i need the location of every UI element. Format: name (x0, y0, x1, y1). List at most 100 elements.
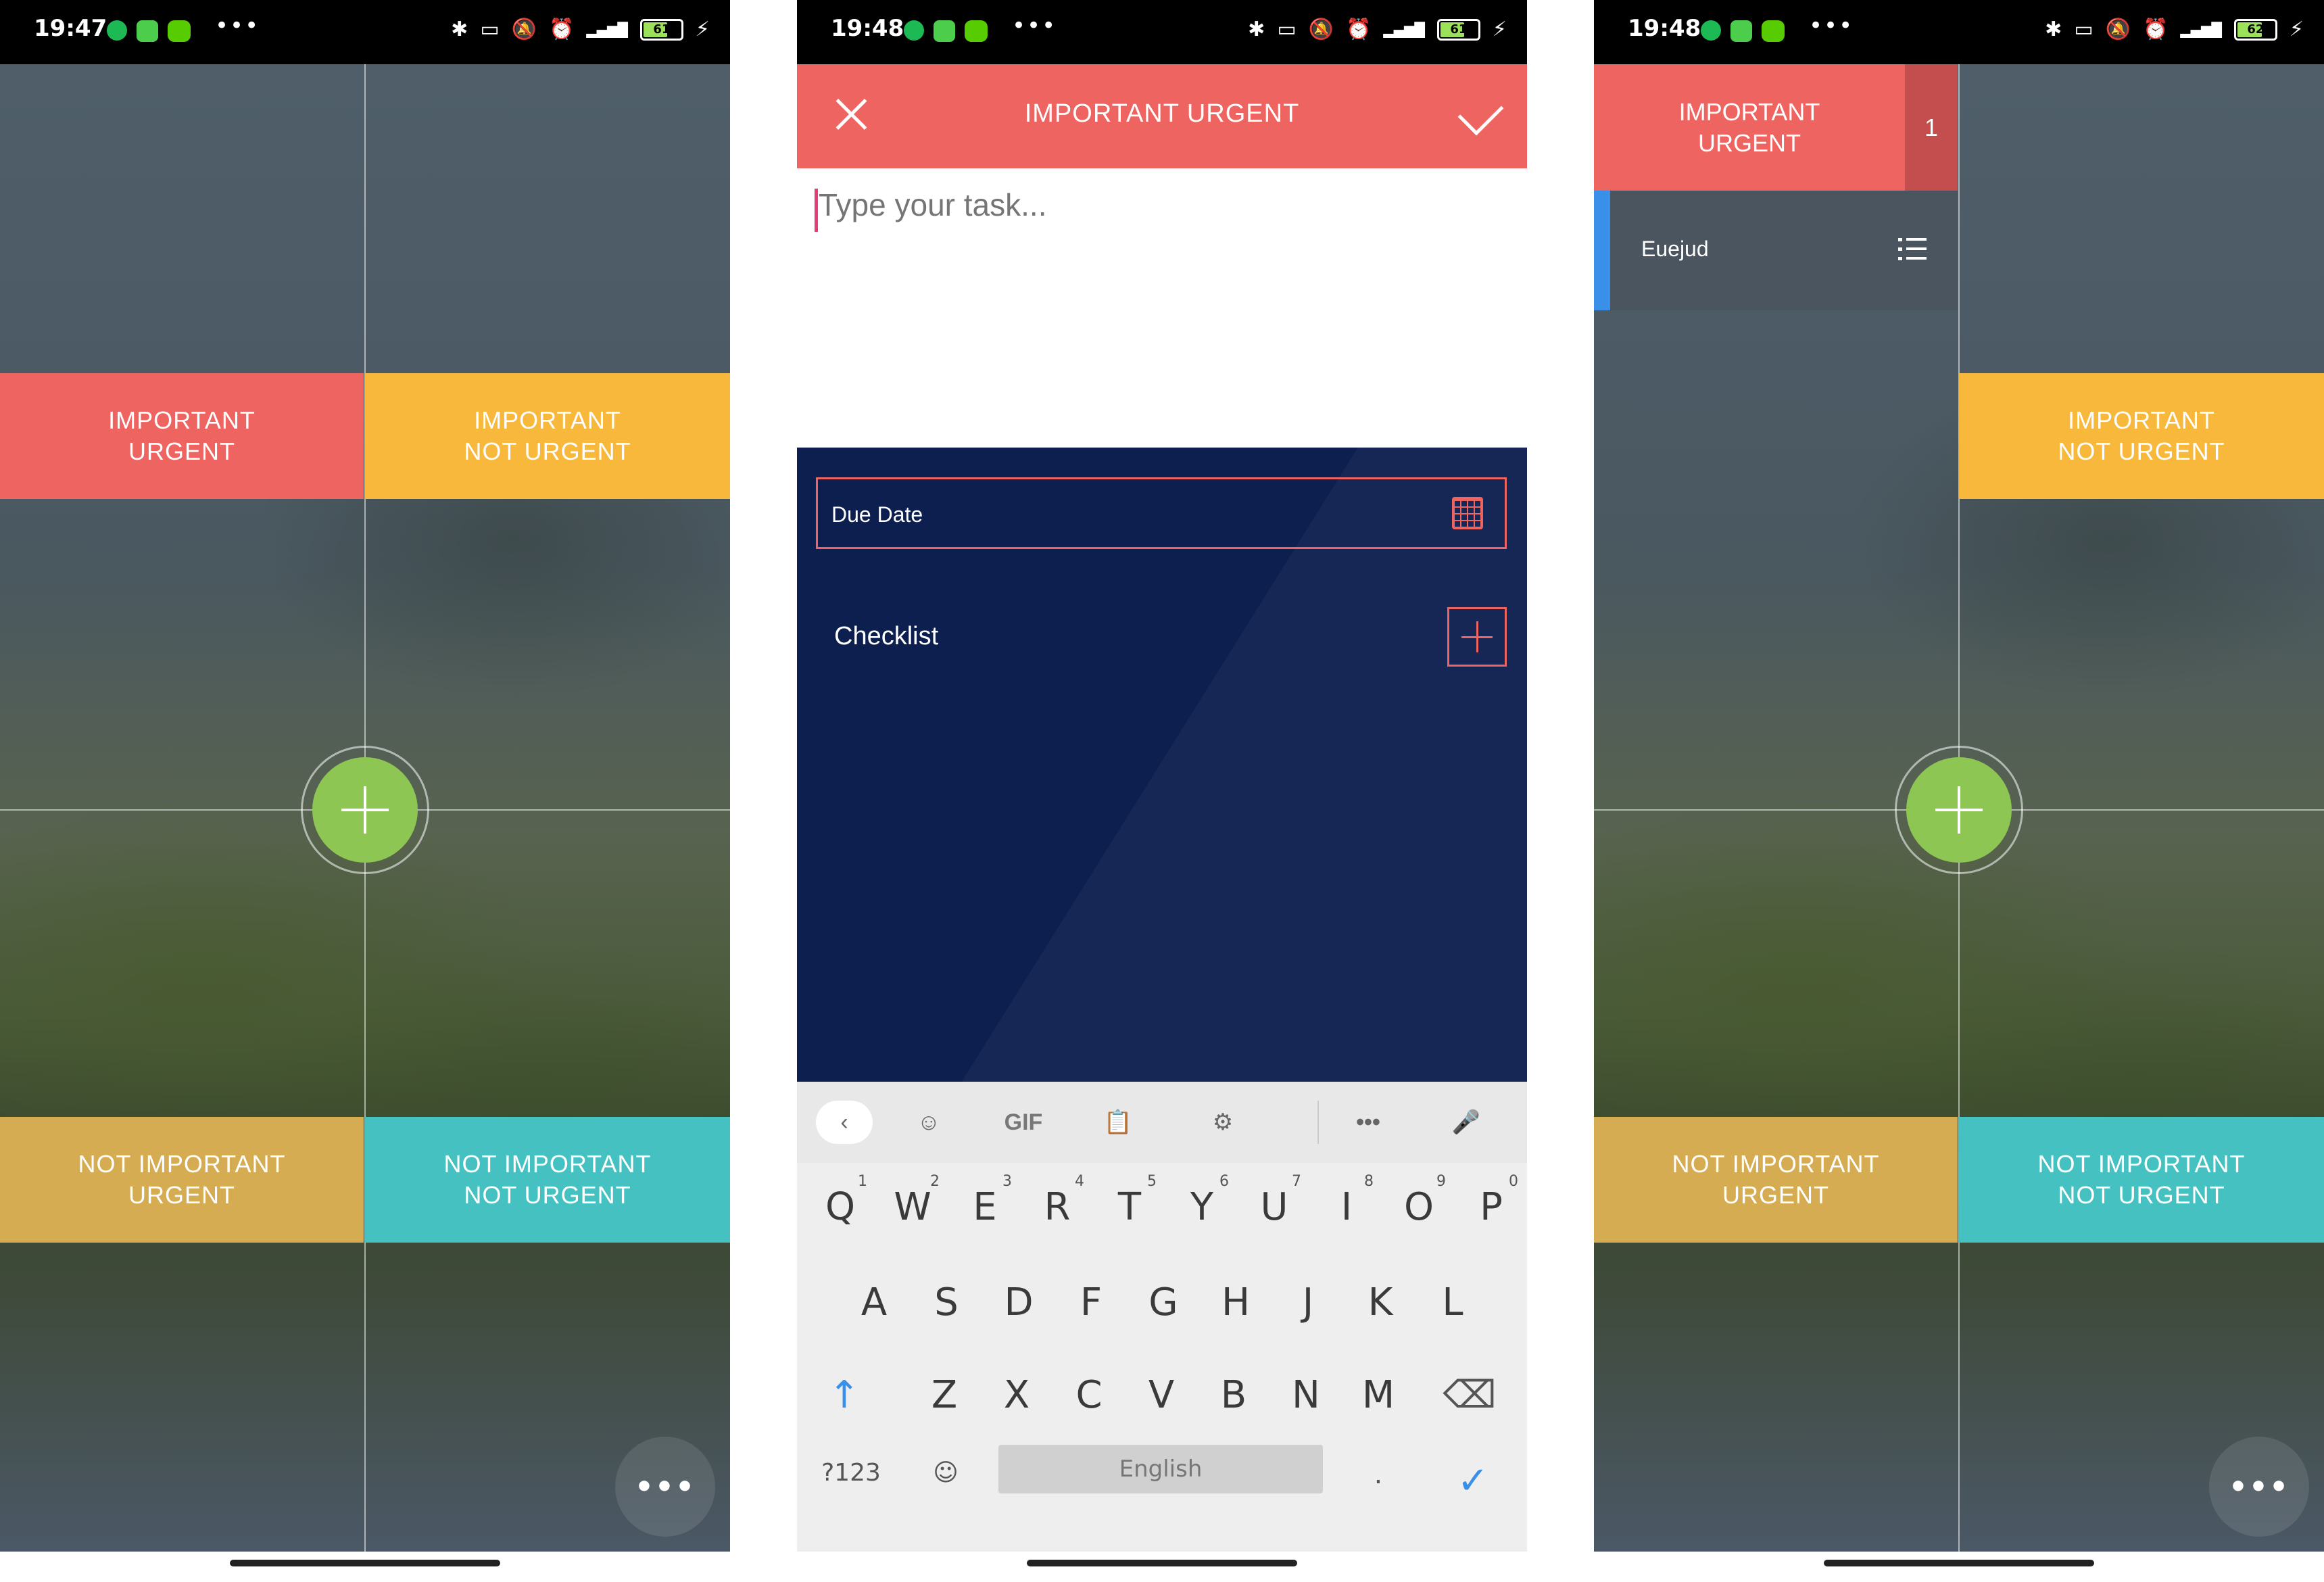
bluetooth-icon: ✱ (1248, 18, 1265, 41)
alarm-icon: ⏰ (549, 18, 575, 41)
home-indicator[interactable] (1824, 1560, 2094, 1566)
quadrant-label: URGENT (128, 1181, 235, 1209)
emoji-icon[interactable]: ☺ (919, 1447, 973, 1514)
nav-bar (797, 1552, 1527, 1582)
mute-icon: 🔕 (1308, 18, 1334, 41)
back-chevron-icon[interactable]: ‹ (816, 1101, 873, 1144)
more-dots-icon: ••• (1809, 12, 1854, 39)
key-v[interactable]: V (1134, 1361, 1188, 1429)
nav-bar (1594, 1552, 2324, 1582)
backspace-icon[interactable]: ⌫ (1432, 1361, 1507, 1429)
quadrant-label: NOT IMPORTANT (78, 1150, 286, 1178)
status-bar: 19:47 ••• ✱ ▭ 🔕 ⏰ ▂▄▆█ 61 ⚡ (0, 0, 730, 64)
quadrant-not-important-urgent[interactable]: NOT IMPORTANT URGENT (1594, 1117, 1958, 1243)
charging-icon: ⚡ (695, 18, 710, 41)
calendar-icon[interactable] (1452, 497, 1483, 529)
key-t[interactable]: T5 (1103, 1173, 1157, 1241)
space-key[interactable]: English (998, 1445, 1323, 1493)
key-w[interactable]: W2 (886, 1173, 940, 1241)
shift-icon[interactable]: ↑ (817, 1361, 871, 1429)
key-m[interactable]: M (1351, 1361, 1405, 1429)
key-g[interactable]: G (1136, 1268, 1190, 1336)
quadrant-label: URGENT (128, 437, 235, 465)
home-indicator[interactable] (230, 1560, 500, 1566)
key-k[interactable]: K (1353, 1268, 1407, 1336)
sticker-icon[interactable]: ☺ (905, 1101, 952, 1144)
key-o[interactable]: O9 (1392, 1173, 1446, 1241)
quadrant-label: IMPORTANT (474, 406, 621, 434)
due-date-label: Due Date (831, 502, 923, 527)
key-e[interactable]: E3 (958, 1173, 1012, 1241)
status-time: 19:48 (831, 15, 904, 42)
task-area (797, 168, 1527, 448)
key-h[interactable]: H (1209, 1268, 1263, 1336)
key-u[interactable]: U7 (1247, 1173, 1302, 1241)
key-a[interactable]: A (847, 1268, 901, 1336)
key-q[interactable]: Q1 (813, 1173, 867, 1241)
check-icon[interactable] (1457, 89, 1504, 136)
quadrant-important-not-urgent[interactable]: IMPORTANT NOT URGENT (365, 373, 730, 499)
key-p[interactable]: P0 (1464, 1173, 1518, 1241)
quadrant-label: NOT IMPORTANT (2037, 1150, 2246, 1178)
quadrant-not-important-not-urgent[interactable]: NOT IMPORTANT NOT URGENT (1959, 1117, 2324, 1243)
key-x[interactable]: X (990, 1361, 1044, 1429)
home-indicator[interactable] (1027, 1560, 1297, 1566)
vibrate-icon: ▭ (1277, 18, 1297, 41)
spotify-icon (1701, 20, 1721, 41)
task-accent-bar (1594, 191, 1610, 310)
settings-icon[interactable]: ⚙ (1199, 1101, 1246, 1144)
add-checklist-button[interactable] (1447, 607, 1507, 667)
bluetooth-icon: ✱ (451, 18, 468, 41)
status-time: 19:47 (34, 15, 107, 42)
quadrant-label: NOT URGENT (464, 437, 631, 465)
more-menu-button[interactable]: ••• (615, 1437, 715, 1537)
quadrant-important-urgent-header[interactable]: IMPORTANT URGENT (1594, 64, 1905, 191)
add-task-button[interactable] (312, 757, 418, 863)
quadrant-label: IMPORTANT (1678, 97, 1820, 126)
key-b[interactable]: B (1207, 1361, 1261, 1429)
key-l[interactable]: L (1426, 1268, 1480, 1336)
quadrant-label: NOT IMPORTANT (443, 1150, 652, 1178)
list-icon[interactable] (1898, 238, 1927, 261)
key-r[interactable]: R4 (1030, 1173, 1084, 1241)
quadrant-not-important-urgent[interactable]: NOT IMPORTANT URGENT (0, 1117, 364, 1243)
key-d[interactable]: D (992, 1268, 1046, 1336)
task-list-item[interactable]: Euejud (1594, 191, 1958, 310)
key-i[interactable]: I8 (1320, 1173, 1374, 1241)
add-task-button[interactable] (1906, 757, 2012, 863)
more-icon[interactable]: ••• (1345, 1101, 1392, 1144)
quadrant-label: IMPORTANT (2068, 406, 2215, 434)
mute-icon: 🔕 (511, 18, 537, 41)
mute-icon: 🔕 (2105, 18, 2131, 41)
mic-icon[interactable]: 🎤 (1443, 1101, 1490, 1144)
key-j[interactable]: J (1281, 1268, 1335, 1336)
period-key[interactable]: . (1351, 1447, 1405, 1514)
key-n[interactable]: N (1279, 1361, 1333, 1429)
symbols-key[interactable]: ?123 (810, 1447, 892, 1514)
task-options-panel: Due Date Checklist (797, 448, 1527, 1082)
duolingo-icon (1762, 20, 1785, 42)
quadrant-label: URGENT (1698, 128, 1801, 157)
quadrant-important-not-urgent[interactable]: IMPORTANT NOT URGENT (1959, 373, 2324, 499)
duolingo-icon (168, 20, 191, 42)
quadrant-label: NOT URGENT (464, 1181, 631, 1209)
gif-icon[interactable]: GIF (993, 1101, 1054, 1144)
bluetooth-icon: ✱ (2045, 18, 2062, 41)
key-z[interactable]: Z (917, 1361, 971, 1429)
key-f[interactable]: F (1064, 1268, 1118, 1336)
app-icon (934, 20, 955, 42)
due-date-field[interactable]: Due Date (816, 477, 1507, 549)
battery-icon: 61 (639, 18, 683, 41)
quadrant-important-urgent[interactable]: IMPORTANT URGENT (0, 373, 364, 499)
enter-check-icon[interactable]: ✓ (1446, 1447, 1500, 1514)
more-menu-button[interactable]: ••• (2209, 1437, 2309, 1537)
quadrant-not-important-not-urgent[interactable]: NOT IMPORTANT NOT URGENT (365, 1117, 730, 1243)
task-input[interactable] (817, 186, 1496, 224)
key-s[interactable]: S (919, 1268, 973, 1336)
vibrate-icon: ▭ (2074, 18, 2093, 41)
key-y[interactable]: Y6 (1175, 1173, 1229, 1241)
clipboard-icon[interactable]: 📋 (1094, 1101, 1142, 1144)
key-c[interactable]: C (1062, 1361, 1116, 1429)
duolingo-icon (965, 20, 988, 42)
quadrant-label: IMPORTANT (108, 406, 256, 434)
